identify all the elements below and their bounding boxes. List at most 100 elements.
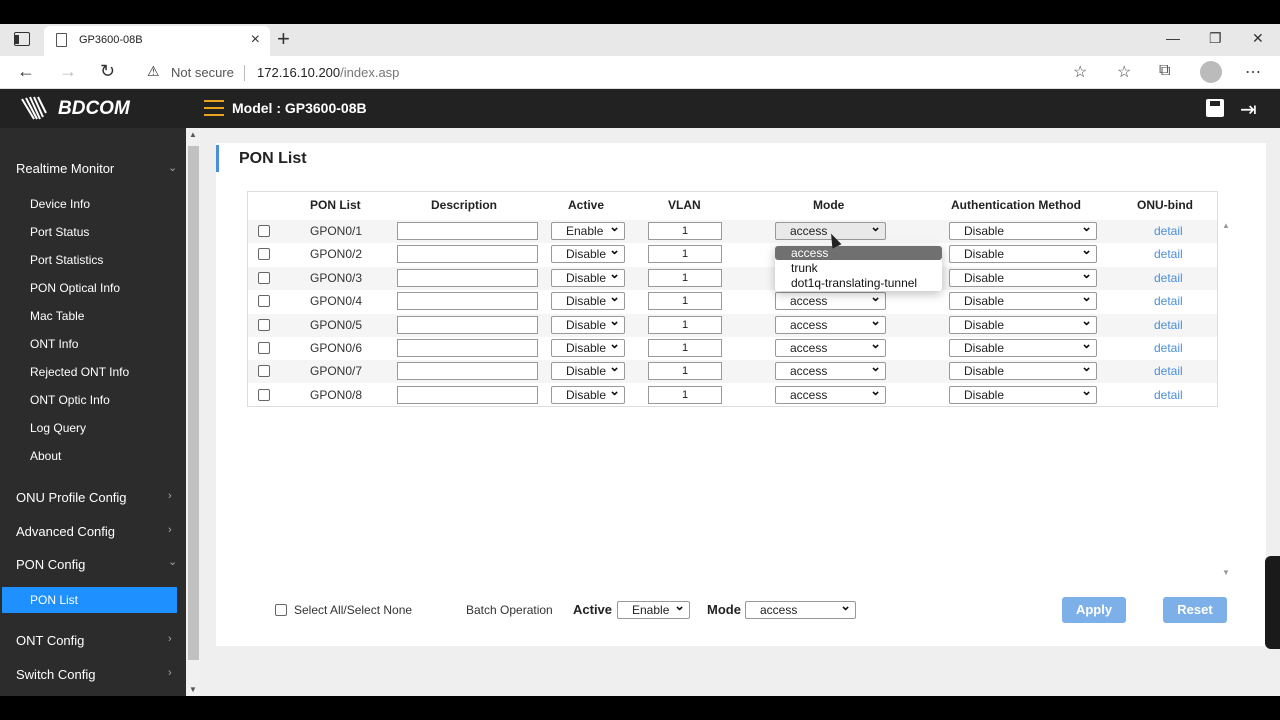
- auth-method-select[interactable]: Disable: [949, 313, 1097, 334]
- sidebar-group-pon-config[interactable]: PON Config: [16, 557, 85, 572]
- edge-panel-tab[interactable]: [1265, 556, 1280, 649]
- row-checkbox[interactable]: [258, 389, 270, 401]
- active-select[interactable]: Enable: [551, 219, 625, 240]
- mode-select[interactable]: access: [775, 289, 886, 310]
- description-input[interactable]: [397, 339, 538, 357]
- reset-button[interactable]: Reset: [1163, 597, 1227, 623]
- onu-bind-detail-link[interactable]: detail: [1154, 341, 1183, 355]
- mode-select[interactable]: access: [775, 383, 886, 404]
- active-select[interactable]: Disable: [551, 289, 625, 310]
- sidebar-scrollbar[interactable]: ▲ ▼: [186, 128, 201, 696]
- security-label[interactable]: Not secure: [171, 65, 234, 80]
- table-scrollbar[interactable]: ▲ ▼: [1219, 219, 1233, 579]
- warning-icon[interactable]: ⚠: [147, 63, 160, 80]
- restore-icon[interactable]: ❐: [1209, 30, 1222, 47]
- sidebar-item-ont-optic-info[interactable]: ONT Optic Info: [30, 393, 110, 407]
- auth-method-select[interactable]: Disable: [949, 289, 1097, 310]
- url-field[interactable]: 172.16.10.200/index.asp: [257, 65, 399, 80]
- sidebar-item-rejected-ont-info[interactable]: Rejected ONT Info: [30, 365, 129, 379]
- vlan-input[interactable]: 1: [648, 362, 722, 380]
- sidebar-item-log-query[interactable]: Log Query: [30, 421, 86, 435]
- row-checkbox[interactable]: [258, 225, 270, 237]
- auth-method-select[interactable]: Disable: [949, 219, 1097, 240]
- onu-bind-detail-link[interactable]: detail: [1154, 271, 1183, 285]
- row-checkbox[interactable]: [258, 272, 270, 284]
- logout-icon[interactable]: ⇥: [1240, 97, 1257, 122]
- browser-tab[interactable]: GP3600-08B ×: [44, 26, 270, 56]
- mode-select[interactable]: access: [775, 359, 886, 380]
- vlan-input[interactable]: 1: [648, 386, 722, 404]
- row-checkbox[interactable]: [258, 365, 270, 377]
- batch-active-select[interactable]: Enable: [617, 598, 690, 619]
- minimize-icon[interactable]: —: [1166, 30, 1180, 46]
- vlan-input[interactable]: 1: [648, 316, 722, 334]
- scroll-up-icon[interactable]: ▲: [189, 130, 197, 139]
- new-tab-icon[interactable]: +: [277, 26, 290, 52]
- onu-bind-detail-link[interactable]: detail: [1154, 294, 1183, 308]
- onu-bind-detail-link[interactable]: detail: [1154, 388, 1183, 402]
- add-favorite-icon[interactable]: ☆: [1073, 62, 1087, 82]
- sidebar-item-pon-optical-info[interactable]: PON Optical Info: [30, 281, 120, 295]
- active-select[interactable]: Disable: [551, 266, 625, 287]
- sidebar-item-port-status[interactable]: Port Status: [30, 225, 89, 239]
- sidebar-group-onu-profile-config[interactable]: ONU Profile Config: [16, 490, 127, 505]
- mode-select[interactable]: access: [775, 313, 886, 334]
- back-icon[interactable]: ←: [17, 61, 35, 82]
- tab-actions-icon[interactable]: [14, 32, 30, 46]
- select-all-checkbox[interactable]: [275, 604, 287, 616]
- mode-option-dot1q-translating-tunnel[interactable]: dot1q-translating-tunnel: [775, 276, 942, 290]
- sidebar-item-device-info[interactable]: Device Info: [30, 197, 90, 211]
- close-tab-icon[interactable]: ×: [251, 31, 260, 49]
- active-select[interactable]: Disable: [551, 359, 625, 380]
- active-select[interactable]: Disable: [551, 383, 625, 404]
- sidebar-item-mac-table[interactable]: Mac Table: [30, 309, 84, 323]
- apply-button[interactable]: Apply: [1062, 597, 1126, 623]
- description-input[interactable]: [397, 269, 538, 287]
- onu-bind-detail-link[interactable]: detail: [1154, 247, 1183, 261]
- vlan-input[interactable]: 1: [648, 339, 722, 357]
- vlan-input[interactable]: 1: [648, 222, 722, 240]
- mode-option-trunk[interactable]: trunk: [775, 261, 942, 275]
- sidebar-item-ont-info[interactable]: ONT Info: [30, 337, 78, 351]
- sidebar-group-realtime-monitor[interactable]: Realtime Monitor: [16, 161, 114, 176]
- onu-bind-detail-link[interactable]: detail: [1154, 224, 1183, 238]
- forward-icon[interactable]: →: [59, 61, 77, 82]
- auth-method-select[interactable]: Disable: [949, 336, 1097, 357]
- active-select[interactable]: Disable: [551, 242, 625, 263]
- sidebar-item-about[interactable]: About: [30, 449, 61, 463]
- sidebar-group-ont-config[interactable]: ONT Config: [16, 633, 84, 648]
- description-input[interactable]: [397, 222, 538, 240]
- row-checkbox[interactable]: [258, 319, 270, 331]
- active-select[interactable]: Disable: [551, 313, 625, 334]
- menu-icon[interactable]: [204, 100, 224, 116]
- onu-bind-detail-link[interactable]: detail: [1154, 318, 1183, 332]
- scroll-up-icon[interactable]: ▲: [1222, 221, 1230, 230]
- row-checkbox[interactable]: [258, 342, 270, 354]
- batch-mode-select[interactable]: access: [745, 598, 856, 619]
- vlan-input[interactable]: 1: [648, 245, 722, 263]
- more-icon[interactable]: ⋯: [1245, 62, 1261, 82]
- mode-option-access[interactable]: access: [775, 246, 942, 260]
- description-input[interactable]: [397, 292, 538, 310]
- onu-bind-detail-link[interactable]: detail: [1154, 364, 1183, 378]
- description-input[interactable]: [397, 316, 538, 334]
- refresh-icon[interactable]: ↻: [100, 61, 115, 82]
- close-window-icon[interactable]: ✕: [1252, 30, 1264, 47]
- auth-method-select[interactable]: Disable: [949, 266, 1097, 287]
- profile-avatar[interactable]: [1200, 61, 1222, 83]
- description-input[interactable]: [397, 362, 538, 380]
- row-checkbox[interactable]: [258, 248, 270, 260]
- mode-select[interactable]: access: [775, 336, 886, 357]
- auth-method-select[interactable]: Disable: [949, 242, 1097, 263]
- scroll-down-icon[interactable]: ▼: [189, 685, 197, 694]
- sidebar-item-port-statistics[interactable]: Port Statistics: [30, 253, 103, 267]
- vlan-input[interactable]: 1: [648, 269, 722, 287]
- sidebar-group-switch-config[interactable]: Switch Config: [16, 667, 95, 682]
- vlan-input[interactable]: 1: [648, 292, 722, 310]
- auth-method-select[interactable]: Disable: [949, 359, 1097, 380]
- collections-icon[interactable]: ⧉: [1159, 62, 1170, 80]
- sidebar-item-pon-list[interactable]: PON List: [2, 587, 177, 613]
- save-icon[interactable]: [1206, 99, 1224, 117]
- description-input[interactable]: [397, 245, 538, 263]
- active-select[interactable]: Disable: [551, 336, 625, 357]
